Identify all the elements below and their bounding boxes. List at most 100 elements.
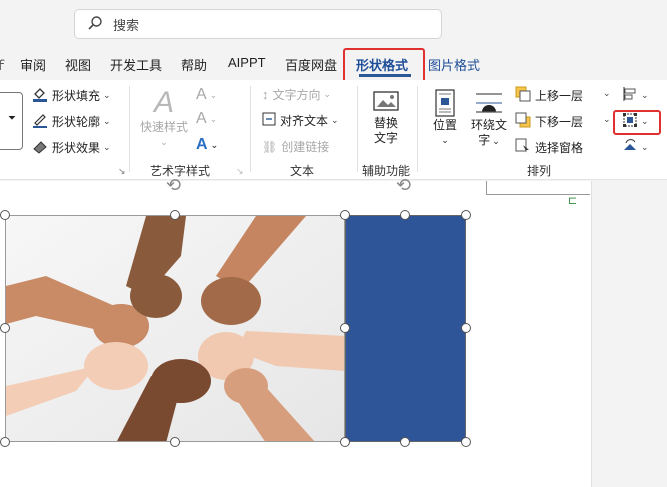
chevron-down-icon: ⌄ [641,90,649,100]
shape-fill-label: 形状填充 [52,89,101,103]
chevron-down-icon: ⌄ [492,136,500,146]
bring-forward-button[interactable]: 上移一层 [515,86,583,105]
align-text-icon [262,112,276,129]
tab-developer[interactable]: 开发工具 [110,55,162,74]
tab-view[interactable]: 视图 [65,55,91,74]
separator [250,86,251,172]
resize-handle[interactable] [461,323,471,333]
hands-illustration [6,216,344,441]
right-margin-pane [591,181,667,487]
rotation-handle-icon[interactable]: ⟲ [396,175,411,196]
chevron-down-icon: ⌄ [331,115,339,125]
chevron-down-icon: ⌄ [103,90,111,100]
quick-styles-icon: A [153,86,174,119]
resize-handle[interactable] [340,323,350,333]
rotate-icon [622,138,638,157]
resize-handle[interactable] [0,210,10,220]
shape-effects-button[interactable]: 形状效果 ⌄ [32,138,111,157]
paint-bucket-icon [32,86,48,105]
chevron-down-icon: ⌄ [641,142,649,152]
send-backward-button[interactable]: 下移一层 [515,112,583,131]
text-fill-icon: A [196,86,207,103]
resize-handle[interactable] [0,323,10,333]
alt-text-label: 替换 [373,116,398,130]
wrap-text-icon [468,88,510,118]
hands-picture[interactable] [5,215,345,442]
resize-handle[interactable] [461,210,471,220]
text-direction-icon: ↕ [262,87,269,102]
chevron-down-icon: ⌄ [210,139,219,150]
title-bar: 搜索 [0,0,667,46]
chevron-down-icon[interactable]: ⌄ [603,114,611,125]
chevron-down-icon: ⌄ [103,116,111,126]
chevron-down-icon: ⌄ [441,135,449,145]
text-effects-icon: A [196,136,208,153]
tab-aippt[interactable]: AIPPT [228,55,266,70]
tab-baidu-netdisk[interactable]: 百度网盘 [285,55,337,74]
chevron-down-icon: ⌄ [160,137,168,147]
gallery-more-icon: ⏷ [8,113,16,124]
resize-handle[interactable] [340,437,350,447]
create-link-button[interactable]: ⛓ 创建链接 [262,138,329,155]
margin-mark [486,181,487,195]
text-outline-button[interactable]: A ⌄ [196,110,217,128]
shape-effects-icon [32,138,48,157]
shape-fill-button[interactable]: 形状填充 ⌄ [32,86,111,105]
bring-forward-icon [515,86,531,105]
group-label-arrange: 排列 [527,164,552,178]
resize-handle[interactable] [461,437,471,447]
dialog-launcher-icon[interactable]: ↘ [118,166,126,177]
selection-pane-button[interactable]: 选择窗格 [515,138,583,157]
chevron-down-icon: ⌄ [209,89,218,100]
resize-handle[interactable] [340,210,350,220]
alt-text-button[interactable]: 替换 文字 [363,88,409,146]
bring-forward-label: 上移一层 [535,89,584,103]
quick-styles-label: 快速样式 [139,120,188,134]
anchor-icon[interactable]: ⊏ [568,194,577,207]
tab-picture-format[interactable]: 图片格式 [428,55,480,74]
blue-rectangle-shape[interactable] [345,215,466,442]
wrap-text-button[interactable]: 环绕文 字 ⌄ [468,88,510,149]
rotate-button[interactable]: ⌄ [622,138,649,157]
align-text-button[interactable]: 对齐文本 ⌄ [262,112,339,129]
chevron-down-icon: ⌄ [323,89,332,99]
separator [417,86,418,172]
alt-text-label-2: 文字 [373,131,398,145]
align-button[interactable]: ⌄ [622,86,649,105]
create-link-label: 创建链接 [281,140,330,154]
separator [357,86,358,172]
resize-handle[interactable] [170,437,180,447]
send-backward-label: 下移一层 [535,115,584,129]
text-effects-button[interactable]: A ⌄ [196,136,218,154]
position-label: 位置 [432,118,457,132]
resize-handle[interactable] [0,437,10,447]
position-button[interactable]: 位置 ⌄ [428,88,462,148]
search-box[interactable]: 搜索 [74,9,442,39]
shape-outline-label: 形状轮廓 [52,115,101,129]
text-direction-button[interactable]: ↕ 文字方向 ⌄ [262,86,331,103]
wrap-text-label: 环绕文 [470,118,507,132]
alt-text-icon [363,88,409,116]
dialog-launcher-icon[interactable]: ↘ [236,166,244,177]
send-backward-icon [515,112,531,131]
chevron-down-icon[interactable]: ⌄ [603,88,611,99]
tab-cut-edge: ｆ [0,58,8,73]
search-placeholder: 搜索 [113,17,140,33]
align-objects-icon [622,86,638,105]
tab-help[interactable]: 帮助 [181,55,207,74]
quick-styles-button[interactable]: A 快速样式 ⌄ [138,86,190,150]
shape-outline-button[interactable]: 形状轮廓 ⌄ [32,112,111,131]
tab-review[interactable]: 审阅 [20,55,46,74]
rotation-handle-icon[interactable]: ⟲ [166,175,181,196]
text-direction-label: 文字方向 [272,88,321,102]
selection-pane-label: 选择窗格 [535,141,584,155]
resize-handle[interactable] [400,210,410,220]
chevron-down-icon: ⌄ [103,142,111,152]
resize-handle[interactable] [170,210,180,220]
highlight-box-tab [343,48,425,83]
shape-style-gallery[interactable]: ⏷ [0,92,23,150]
ribbon-tabs: ｆ 审阅 视图 开发工具 帮助 AIPPT 百度网盘 形状格式 图片格式 [0,46,667,80]
text-fill-button[interactable]: A ⌄ [196,86,217,104]
selection-pane-icon [515,138,531,157]
resize-handle[interactable] [400,437,410,447]
